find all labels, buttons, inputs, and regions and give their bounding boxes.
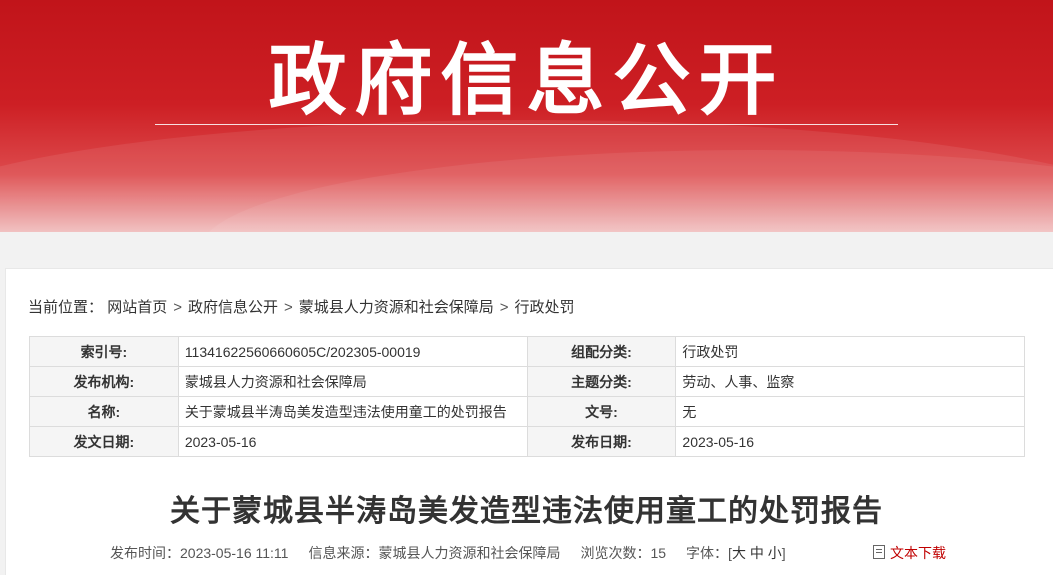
font-large-button[interactable]: 大 xyxy=(732,545,746,561)
breadcrumb: 当前位置： 网站首页 > 政府信息公开 > 蒙城县人力资源和社会保障局 > 行政处罚 xyxy=(28,296,575,317)
banner-divider xyxy=(155,124,898,125)
table-row: 发文日期: 2023-05-16 发布日期: 2023-05-16 xyxy=(29,426,1025,457)
field-label: 索引号: xyxy=(29,336,179,367)
font-size-label: 字体： xyxy=(686,545,729,561)
article-meta: 发布时间：2023-05-16 11:11 信息来源：蒙城县人力资源和社会保障局 浏… xyxy=(110,543,786,563)
table-row: 索引号: 11341622560660605C/202305-00019 组配分… xyxy=(29,336,1025,367)
header-banner: 政府信息公开 xyxy=(0,0,1053,232)
breadcrumb-label: 当前位置： xyxy=(28,299,104,316)
views-label: 浏览次数： xyxy=(580,545,651,561)
field-value: 无 xyxy=(675,396,1025,427)
publish-time: 2023-05-16 11:11 xyxy=(180,545,289,561)
source-label: 信息来源： xyxy=(308,545,379,561)
download-label: 文本下载 xyxy=(890,545,946,561)
publish-time-label: 发布时间： xyxy=(110,545,180,561)
source-value: 蒙城县人力资源和社会保障局 xyxy=(378,545,561,561)
field-label: 文号: xyxy=(526,396,677,427)
font-small-button[interactable]: 小 xyxy=(768,545,782,561)
field-value: 11341622560660605C/202305-00019 xyxy=(177,336,528,367)
views-count: 15 xyxy=(650,545,667,561)
info-table: 索引号: 11341622560660605C/202305-00019 组配分… xyxy=(29,336,1025,457)
banner-title: 政府信息公开 xyxy=(268,36,785,126)
field-label: 组配分类: xyxy=(526,336,677,367)
field-value: 行政处罚 xyxy=(675,336,1025,367)
field-label: 主题分类: xyxy=(526,366,677,397)
breadcrumb-gov-info[interactable]: 政府信息公开 xyxy=(188,299,278,316)
field-label: 发文日期: xyxy=(29,426,179,457)
field-label: 名称: xyxy=(29,396,179,427)
field-value: 劳动、人事、监察 xyxy=(675,366,1025,397)
breadcrumb-separator: > xyxy=(499,299,509,316)
field-label: 发布日期: xyxy=(526,426,677,457)
font-medium-button[interactable]: 中 xyxy=(750,545,764,561)
table-row: 发布机构: 蒙城县人力资源和社会保障局 主题分类: 劳动、人事、监察 xyxy=(29,366,1025,397)
breadcrumb-penalty[interactable]: 行政处罚 xyxy=(515,299,575,316)
breadcrumb-home[interactable]: 网站首页 xyxy=(107,299,167,316)
breadcrumb-separator: > xyxy=(283,299,293,316)
breadcrumb-bureau[interactable]: 蒙城县人力资源和社会保障局 xyxy=(299,299,494,316)
table-row: 名称: 关于蒙城县半涛岛美发造型违法使用童工的处罚报告 文号: 无 xyxy=(29,396,1025,427)
field-value: 2023-05-16 xyxy=(675,426,1025,457)
field-label: 发布机构: xyxy=(29,366,179,397)
breadcrumb-separator: > xyxy=(173,299,182,316)
document-icon xyxy=(873,545,885,559)
download-text-button[interactable]: 文本下载 xyxy=(873,543,946,563)
font-bracket-close: ] xyxy=(781,545,786,561)
field-value: 2023-05-16 xyxy=(177,426,528,457)
field-value: 关于蒙城县半涛岛美发造型违法使用童工的处罚报告 xyxy=(177,396,528,427)
article-title: 关于蒙城县半涛岛美发造型违法使用童工的处罚报告 xyxy=(170,495,883,528)
field-value: 蒙城县人力资源和社会保障局 xyxy=(177,366,528,397)
